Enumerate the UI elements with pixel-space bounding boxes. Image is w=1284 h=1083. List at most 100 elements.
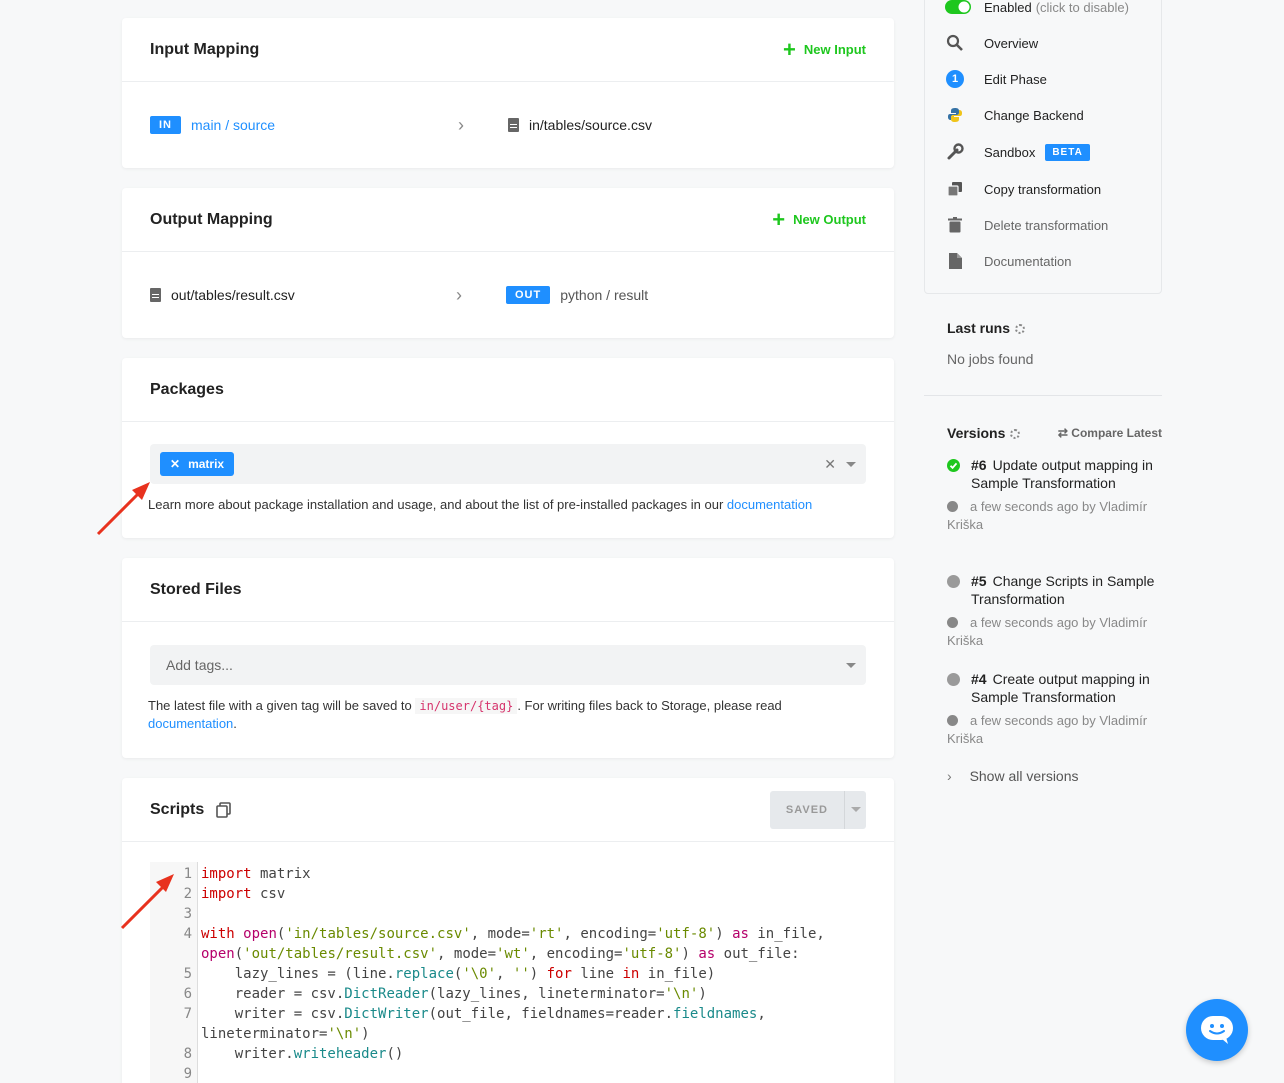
enabled-toggle[interactable]: Enabled (click to disable) <box>945 0 1129 17</box>
versions-header: Versions ⇄ Compare Latest <box>947 425 1162 441</box>
remove-tag-icon[interactable]: ✕ <box>170 457 180 471</box>
chat-face-icon <box>1201 1016 1233 1044</box>
select-controls: ✕ <box>824 456 856 473</box>
menu-item-edit-phase[interactable]: 1 Edit Phase <box>945 69 1047 89</box>
output-source-wrap: out/tables/result.csv <box>150 287 295 303</box>
document-icon <box>945 251 965 271</box>
code-line: 9 <box>150 1064 866 1083</box>
package-tag: ✕ matrix <box>160 452 235 476</box>
status-dot-icon <box>947 673 960 686</box>
clock-icon <box>947 501 958 512</box>
code-editor[interactable]: 1 import matrix 2 import csv 3 4 with open(… <box>150 862 866 1083</box>
packages-header: Packages <box>122 358 894 422</box>
code-line: 2 import csv <box>150 884 866 904</box>
tags-placeholder: Add tags... <box>166 657 233 673</box>
chevron-down-icon[interactable] <box>846 662 856 668</box>
menu-item-change-backend[interactable]: Change Backend <box>945 105 1084 125</box>
status-dot-icon <box>947 575 960 588</box>
swap-icon: ⇄ <box>1057 426 1068 440</box>
copy-icon <box>945 179 965 199</box>
new-output-label: New Output <box>793 212 866 227</box>
menu-item-documentation[interactable]: Documentation <box>945 251 1071 271</box>
input-source[interactable]: main / source <box>191 117 275 133</box>
stored-files-help: The latest file with a given tag will be… <box>148 697 866 733</box>
no-jobs-text: No jobs found <box>947 351 1034 367</box>
new-input-button[interactable]: + New Input <box>783 36 866 62</box>
package-tag-label: matrix <box>188 457 225 471</box>
packages-title: Packages <box>150 380 224 398</box>
line-number: 8 <box>183 1046 192 1062</box>
packages-help: Learn more about package installation an… <box>148 496 866 514</box>
input-mapping-card: Input Mapping + New Input IN main / sour… <box>122 18 894 168</box>
menu-item-sandbox[interactable]: Sandbox BETA <box>945 142 1090 162</box>
menu-item-overview[interactable]: Overview <box>945 33 1038 53</box>
plus-icon: + <box>783 36 796 62</box>
menu-label: Change Backend <box>984 107 1084 123</box>
version-item[interactable]: #6 Update output mapping in Sample Transf… <box>947 456 1165 534</box>
out-badge: OUT <box>506 286 551 304</box>
chevron-down-icon[interactable] <box>846 461 856 467</box>
new-output-button[interactable]: + New Output <box>772 206 866 232</box>
select-controls <box>846 662 856 668</box>
input-destination: in/tables/source.csv <box>529 117 652 133</box>
copy-icon[interactable] <box>216 801 232 818</box>
trash-icon <box>945 215 965 235</box>
stored-files-title: Stored Files <box>150 580 242 598</box>
clock-icon <box>947 715 958 726</box>
packages-body: ✕ matrix ✕ Learn more about package inst… <box>122 422 894 538</box>
saved-dropdown-button[interactable] <box>844 790 866 829</box>
plus-icon: + <box>772 206 786 232</box>
clear-icon[interactable]: ✕ <box>824 456 836 473</box>
version-item[interactable]: #5 Change Scripts in Sample Transformatio… <box>947 572 1165 650</box>
toggle-icon <box>945 0 971 17</box>
code-line: lineterminator='\n') <box>201 1026 370 1042</box>
stored-documentation-link[interactable]: documentation <box>148 716 233 731</box>
chat-button[interactable] <box>1186 999 1248 1061</box>
line-number: 7 <box>183 1006 192 1022</box>
packages-help-text: Learn more about package installation an… <box>148 497 724 512</box>
stored-help-code: in/user/{tag} <box>415 698 518 714</box>
last-runs-section: Last runs <box>947 320 1026 336</box>
stored-help-before: The latest file with a given tag will be… <box>148 698 412 713</box>
tags-input[interactable]: Add tags... <box>150 645 866 685</box>
version-item[interactable]: #4 Create output mapping in Sample Transf… <box>947 670 1165 748</box>
menu-label: Edit Phase <box>984 71 1047 87</box>
show-all-versions-link[interactable]: › Show all versions <box>947 768 1079 784</box>
input-mapping-header: Input Mapping + New Input <box>122 18 894 82</box>
output-mapping-row[interactable]: out/tables/result.csv › OUT python / res… <box>122 252 894 338</box>
phase-number: 1 <box>946 70 964 88</box>
version-title: Change Scripts in Sample Transformation <box>971 573 1155 607</box>
menu-item-delete[interactable]: Delete transformation <box>945 215 1108 235</box>
packages-select[interactable]: ✕ matrix ✕ <box>150 444 866 484</box>
clock-icon <box>947 617 958 628</box>
output-destination: python / result <box>560 287 649 303</box>
menu-label: Sandbox <box>984 144 1036 160</box>
version-meta: a few seconds ago by Vladimír Kriška <box>947 499 1148 532</box>
input-destination-wrap: in/tables/source.csv <box>508 117 652 133</box>
saved-button[interactable]: SAVED <box>769 790 844 829</box>
version-meta: a few seconds ago by Vladimír Kriška <box>947 615 1148 648</box>
output-mapping-title: Output Mapping <box>150 210 273 228</box>
loading-spinner-icon <box>1015 324 1026 334</box>
code-line: 3 <box>150 904 866 924</box>
compare-latest-button[interactable]: ⇄ Compare Latest <box>1058 426 1162 440</box>
line-number: 5 <box>183 966 192 982</box>
menu-item-copy[interactable]: Copy transformation <box>945 179 1101 199</box>
wrench-icon <box>945 142 965 162</box>
code-line: 8 writer.writeheader() <box>150 1044 866 1064</box>
stored-files-card: Stored Files Add tags... The latest file… <box>122 558 894 758</box>
code-line: open('out/tables/result.csv', mode='wt',… <box>201 946 800 962</box>
packages-documentation-link[interactable]: documentation <box>727 497 812 512</box>
input-mapping-row[interactable]: IN main / source › in/tables/source.csv <box>122 82 894 168</box>
code-line: 6 reader = csv.DictReader(lazy_lines, li… <box>150 984 866 1004</box>
code-line: 5 lazy_lines = (line.replace('\0', '') f… <box>150 964 866 984</box>
enabled-label: Enabled <box>984 0 1032 15</box>
line-number: 9 <box>183 1066 192 1082</box>
beta-badge: BETA <box>1045 143 1090 161</box>
loading-spinner-icon <box>1010 429 1021 439</box>
annotation-arrow-icon <box>96 482 150 536</box>
output-destination-wrap: OUT python / result <box>506 286 648 304</box>
output-source: out/tables/result.csv <box>171 287 295 303</box>
saved-button-group: SAVED <box>769 790 866 829</box>
code-line: 1 import matrix <box>150 864 866 884</box>
